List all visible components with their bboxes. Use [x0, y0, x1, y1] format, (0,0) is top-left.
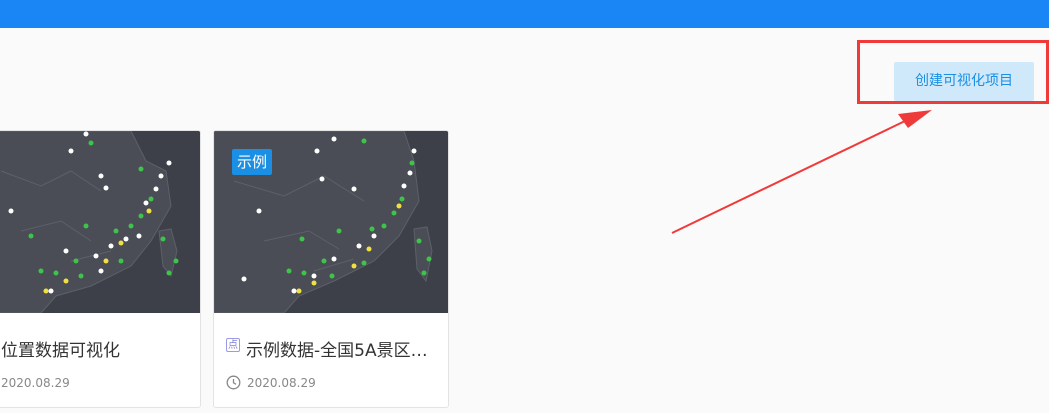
project-card[interactable]: 位置数据可视化 2020.08.29	[0, 130, 201, 408]
card-title[interactable]: 示例数据-全国5A景区…	[246, 336, 446, 361]
top-header-bar	[0, 0, 1049, 28]
example-tag: 示例	[232, 149, 273, 175]
card-date: 2020.08.29	[247, 376, 316, 390]
card-title[interactable]: 位置数据可视化	[1, 336, 196, 361]
map-thumbnail[interactable]: 示例	[214, 131, 448, 313]
card-date: 2020.08.29	[1, 376, 70, 390]
project-card[interactable]: 示例 点 示例数据-全国5A景区… 2020.08.29	[213, 130, 449, 408]
map-thumbnail[interactable]	[0, 131, 200, 313]
create-visualization-project-button[interactable]: 创建可视化项目	[894, 62, 1034, 101]
clock-icon	[226, 375, 241, 390]
point-icon: 点	[226, 338, 240, 352]
